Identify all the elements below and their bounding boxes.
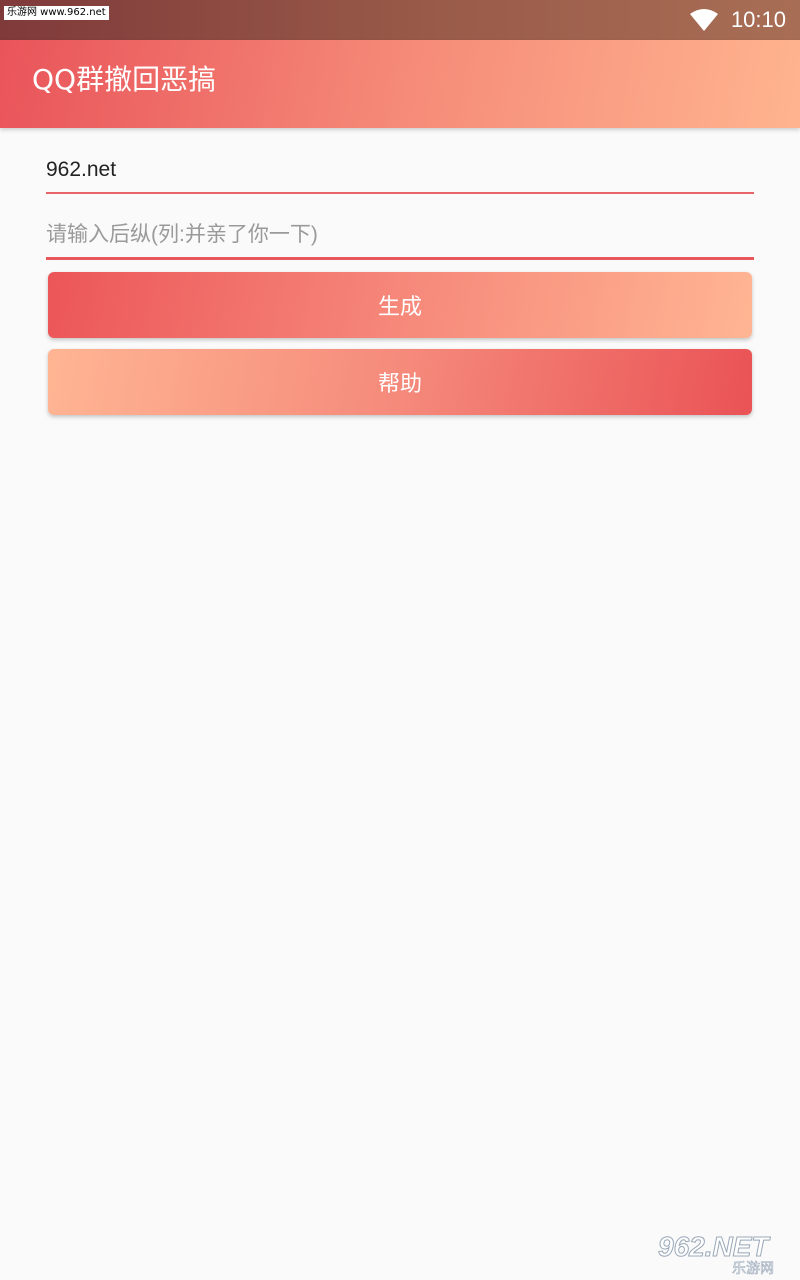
help-button[interactable]: 帮助 bbox=[48, 349, 752, 415]
site-logo: 962.NET 乐游网 bbox=[658, 1231, 775, 1277]
prefix-input[interactable] bbox=[46, 148, 754, 194]
logo-sub-text: 乐游网 bbox=[732, 1261, 774, 1276]
app-bar: QQ群撤回恶搞 bbox=[0, 40, 800, 128]
suffix-input[interactable] bbox=[46, 213, 754, 260]
status-bar: 乐游网 www.962.net 10:10 bbox=[0, 0, 800, 40]
status-time: 10:10 bbox=[730, 7, 786, 32]
app-screen: 乐游网 www.962.net 10:10 QQ群撤回恶搞 生成 帮助 962.… bbox=[0, 0, 800, 1280]
logo-main-text: 962.NET bbox=[658, 1231, 771, 1262]
app-title: QQ群撤回恶搞 bbox=[32, 63, 217, 96]
generate-button[interactable]: 生成 bbox=[48, 272, 752, 338]
wifi-icon bbox=[689, 9, 718, 31]
watermark-tag: 乐游网 www.962.net bbox=[4, 6, 109, 20]
status-icons: 10:10 bbox=[689, 0, 786, 40]
